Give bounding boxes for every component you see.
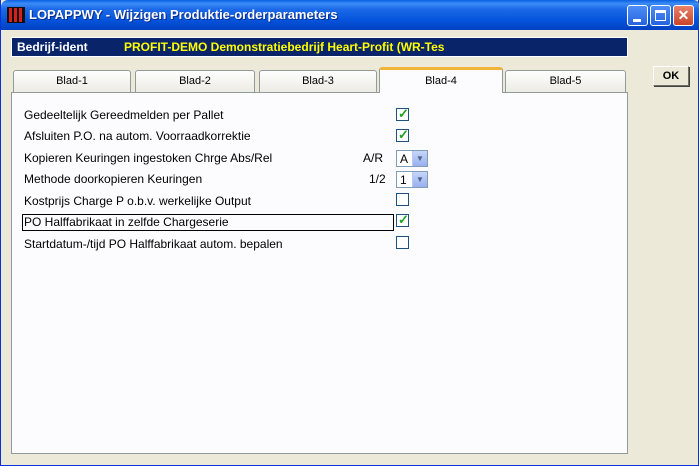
tab-blad-1[interactable]: Blad-1 (13, 70, 131, 92)
check-icon: ✓ (398, 212, 409, 227)
select-kopieren[interactable]: A ▼ (396, 150, 428, 167)
tab-panel: Gedeeltelijk Gereedmelden per Pallet ✓ A… (11, 92, 628, 454)
select-value: 1 (400, 173, 407, 187)
ok-button[interactable]: OK (653, 66, 689, 86)
select-methode[interactable]: 1 ▼ (396, 171, 428, 188)
tab-blad-5[interactable]: Blad-5 (505, 70, 626, 92)
row-label-halffabrikaat: PO Halffabrikaat in zelfde Chargeserie (24, 215, 229, 229)
row-label-afsluiten: Afsluiten P.O. na autom. Voorraadkorrekt… (24, 129, 251, 143)
close-icon: ✕ (677, 7, 690, 23)
check-icon: ✓ (398, 127, 409, 142)
row-label-methode: Methode doorkopieren Keuringen (24, 172, 203, 186)
row-code-kopieren: A/R (363, 151, 384, 165)
row-label-startdatum: Startdatum-/tijd PO Halffabrikaat autom.… (24, 237, 283, 251)
minimize-button[interactable] (627, 5, 648, 26)
company-label: Bedrijf-ident (17, 40, 88, 54)
window-title: LOPAPPWY - Wijzigen Produktie-orderparam… (29, 7, 338, 22)
title-bar[interactable]: LOPAPPWY - Wijzigen Produktie-orderparam… (1, 0, 699, 30)
minimize-icon (633, 19, 641, 22)
app-icon (7, 7, 25, 23)
row-code-methode: 1/2 (369, 172, 386, 186)
tab-strip: Blad-1 Blad-2 Blad-3 Blad-4 Blad-5 (11, 67, 628, 93)
row-label-kostprijs: Kostprijs Charge P o.b.v. werkelijke Out… (24, 194, 251, 208)
tab-blad-2[interactable]: Blad-2 (135, 70, 255, 92)
checkbox-startdatum[interactable] (396, 236, 409, 249)
maximize-button[interactable] (650, 5, 671, 26)
company-value: PROFIT-DEMO Demonstratiebedrijf Heart-Pr… (124, 40, 445, 54)
close-button[interactable]: ✕ (673, 5, 694, 26)
checkbox-pallet[interactable]: ✓ (396, 106, 409, 121)
company-header: Bedrijf-ident PROFIT-DEMO Demonstratiebe… (11, 37, 628, 57)
chevron-down-icon[interactable]: ▼ (412, 172, 427, 187)
row-label-pallet: Gedeeltelijk Gereedmelden per Pallet (24, 108, 224, 122)
maximize-icon (655, 10, 666, 21)
chevron-down-icon[interactable]: ▼ (412, 151, 427, 166)
tab-blad-4[interactable]: Blad-4 (379, 67, 503, 93)
application-window: LOPAPPWY - Wijzigen Produktie-orderparam… (0, 0, 699, 466)
row-label-kopieren: Kopieren Keuringen ingestoken Chrge Abs/… (24, 151, 273, 165)
checkbox-kostprijs[interactable] (396, 193, 409, 206)
tab-blad-3[interactable]: Blad-3 (259, 70, 377, 92)
check-icon: ✓ (398, 106, 409, 121)
checkbox-halffabrikaat[interactable]: ✓ (396, 212, 409, 227)
checkbox-afsluiten[interactable]: ✓ (396, 127, 409, 142)
select-value: A (400, 152, 409, 166)
